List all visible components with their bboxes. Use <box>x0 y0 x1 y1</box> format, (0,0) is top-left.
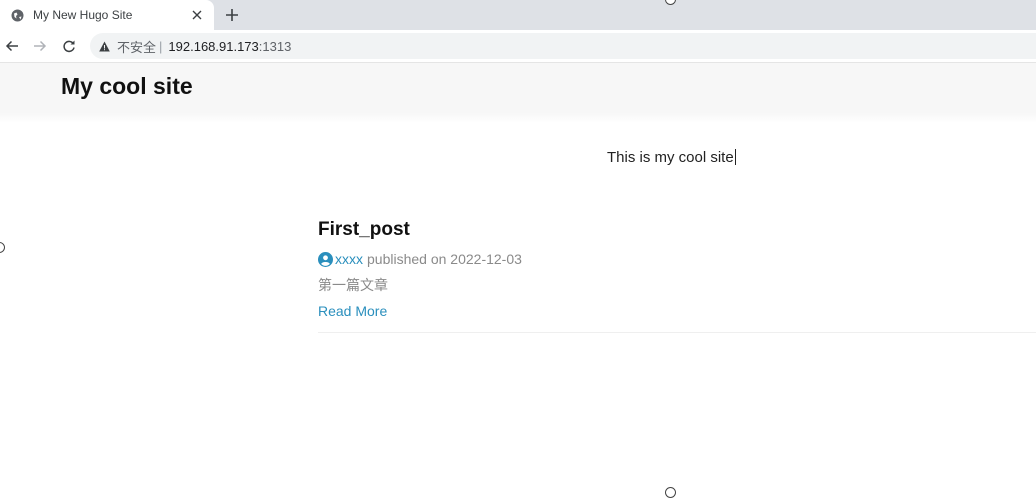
read-more-link[interactable]: Read More <box>318 303 387 319</box>
back-arrow-icon[interactable] <box>4 38 20 54</box>
plus-icon[interactable] <box>223 6 241 24</box>
site-header: My cool site <box>0 63 1036 113</box>
address-bar[interactable]: 不安全 | 192.168.91.173 :1313 <box>90 33 1036 59</box>
security-status-label[interactable]: 不安全 <box>117 37 156 56</box>
post-date: 2022-12-03 <box>450 251 522 267</box>
url-separator: | <box>159 38 163 54</box>
published-label: published on <box>367 251 447 267</box>
site-description: This is my cool site <box>607 149 736 166</box>
browser-toolbar: 不安全 | 192.168.91.173 :1313 <box>0 30 1036 63</box>
post-divider <box>318 332 1036 333</box>
post-meta: xxxx published on 2022-12-03 <box>318 250 1036 268</box>
site-description-text: This is my cool site <box>607 149 734 166</box>
tab-title: My New Hugo Site <box>33 8 133 22</box>
close-icon[interactable] <box>190 8 204 22</box>
header-shadow <box>0 113 1036 123</box>
post-title[interactable]: First_post <box>318 218 1036 242</box>
tab-strip: My New Hugo Site <box>0 0 1036 30</box>
url-port[interactable]: :1313 <box>259 39 292 54</box>
user-circle-icon <box>318 251 333 267</box>
post-summary: 第一篇文章 <box>318 277 388 293</box>
url-host[interactable]: 192.168.91.173 <box>168 39 258 54</box>
warning-icon[interactable] <box>99 41 110 52</box>
post-entry: First_post xxxx published on 2022-12-03 … <box>318 218 1036 321</box>
author-link[interactable]: xxxx <box>335 251 363 267</box>
site-title[interactable]: My cool site <box>61 73 193 100</box>
browser-tab[interactable]: My New Hugo Site <box>0 0 214 30</box>
reload-icon[interactable] <box>61 38 77 54</box>
globe-icon <box>11 9 24 22</box>
text-cursor <box>734 149 736 165</box>
resize-handle-left[interactable] <box>0 242 5 253</box>
forward-arrow-icon[interactable] <box>32 38 48 54</box>
